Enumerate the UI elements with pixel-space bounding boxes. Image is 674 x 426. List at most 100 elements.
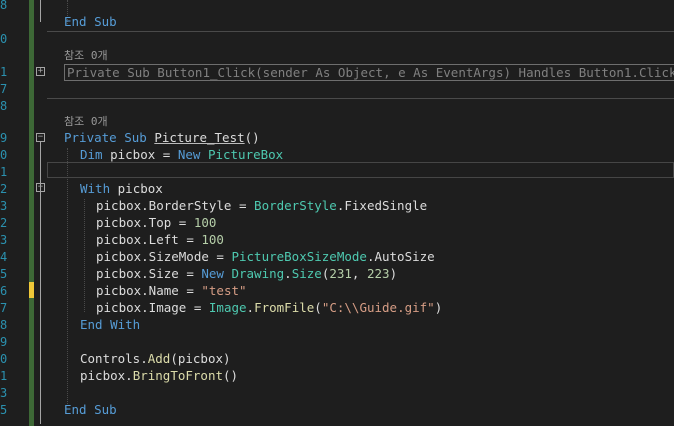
outline-line — [40, 0, 41, 22]
left-assignment[interactable]: picbox.Left = 100 — [96, 231, 224, 248]
line-number: 1 — [0, 65, 8, 79]
collapse-icon[interactable]: − — [36, 133, 45, 142]
reference-count-codelens[interactable]: 참조 0개 — [64, 47, 108, 64]
type-name: Size — [291, 266, 322, 281]
punctuation: ( — [314, 300, 322, 315]
enum-member: .AutoSize — [366, 249, 435, 264]
string-literal: "C:\\Guide.gif" — [321, 300, 435, 315]
line-number: 2 — [0, 182, 8, 196]
object-ref: picbox. — [80, 368, 133, 383]
reference-count-codelens[interactable]: 참조 0개 — [64, 113, 108, 130]
line-number: 0 — [0, 32, 8, 46]
punctuation: ) — [434, 300, 443, 315]
punctuation: ) — [389, 266, 398, 281]
line-number: 8 — [0, 318, 8, 332]
keyword: New — [201, 266, 232, 281]
code-editor[interactable]: 8 0 1 7 8 9 0 1 2 3 2 3 4 5 6 7 8 9 0 1 … — [0, 0, 674, 426]
line-number: 0 — [0, 148, 8, 162]
line-number: 9 — [0, 335, 8, 349]
collapse-icon[interactable]: − — [36, 183, 45, 192]
line-number: 7 — [0, 301, 8, 315]
line-number: 3 — [0, 386, 8, 400]
number-literal: 231 — [329, 266, 352, 281]
type-name: Drawing — [231, 266, 285, 281]
line-number: 3 — [0, 199, 8, 213]
operator: = — [155, 147, 178, 162]
unsaved-change-marker — [29, 282, 34, 298]
keyword: Private Sub — [64, 130, 155, 145]
punctuation: . — [246, 300, 255, 315]
keyword: New — [177, 147, 208, 162]
indent-guide — [67, 148, 68, 406]
object-ref: Controls. — [80, 351, 148, 366]
indent-guide — [84, 199, 85, 312]
operator: = — [178, 266, 202, 281]
method-call: FromFile — [254, 300, 315, 315]
current-line-highlight — [47, 162, 674, 178]
method-name: Picture_Test — [154, 130, 245, 145]
method-call: Add — [147, 351, 171, 366]
property: picbox.SizeMode — [96, 249, 209, 264]
type-name: BorderStyle — [254, 198, 337, 213]
operator: = — [178, 232, 202, 247]
operator: = — [171, 215, 194, 230]
sizemode-assignment[interactable]: picbox.SizeMode = PictureBoxSizeMode.Aut… — [96, 248, 435, 265]
line-number: 8 — [0, 99, 8, 113]
method-call: BringToFront — [132, 368, 223, 383]
line-number: 5 — [0, 267, 8, 281]
keyword: Dim — [80, 147, 111, 162]
type-name: Image — [208, 300, 247, 315]
number-literal: 100 — [201, 232, 224, 247]
arguments: (picbox) — [170, 351, 231, 366]
arguments: () — [223, 368, 239, 383]
type-name: PictureBoxSizeMode — [231, 249, 367, 264]
dim-statement[interactable]: Dim picbox = New PictureBox — [80, 146, 283, 163]
line-number: 3 — [0, 233, 8, 247]
image-assignment[interactable]: picbox.Image = Image.FromFile("C:\\Guide… — [96, 299, 442, 316]
number-literal: 223 — [366, 266, 390, 281]
property: picbox.Size — [96, 266, 179, 281]
line-number: 5 — [0, 403, 8, 417]
line-number: 1 — [0, 165, 8, 179]
sub-declaration[interactable]: Private Sub Picture_Test() — [64, 129, 260, 146]
method-separator — [47, 31, 674, 32]
punctuation: . — [284, 266, 292, 281]
enum-member: .FixedSingle — [336, 198, 428, 213]
type-name: PictureBox — [207, 147, 284, 162]
punctuation: , — [351, 266, 367, 281]
size-assignment[interactable]: picbox.Size = New Drawing.Size(231, 223) — [96, 265, 397, 282]
change-tracking-margin — [29, 0, 34, 426]
property: picbox.Image — [96, 300, 187, 315]
line-number: 7 — [0, 82, 8, 96]
string-literal: "test" — [201, 283, 247, 298]
keyword: With — [80, 181, 118, 196]
top-assignment[interactable]: picbox.Top = 100 — [96, 214, 216, 231]
bringtofront-call[interactable]: picbox.BringToFront() — [80, 367, 238, 384]
method-separator — [47, 98, 674, 99]
with-statement[interactable]: With picbox — [80, 180, 163, 197]
property: picbox.Top — [96, 215, 172, 230]
end-sub-statement[interactable]: End Sub — [64, 401, 117, 418]
borderstyle-assignment[interactable]: picbox.BorderStyle = BorderStyle.FixedSi… — [96, 197, 427, 214]
variable: picbox — [117, 181, 163, 196]
line-number: 9 — [0, 131, 8, 145]
line-number: 0 — [0, 352, 8, 366]
line-number: 8 — [0, 0, 8, 12]
name-assignment[interactable]: picbox.Name = "test" — [96, 282, 247, 299]
operator: = — [208, 249, 232, 264]
expand-icon[interactable]: + — [36, 67, 45, 76]
end-with-statement[interactable]: End With — [80, 316, 140, 333]
operator: = — [186, 300, 209, 315]
property: picbox.Left — [96, 232, 179, 247]
operator: = — [178, 283, 202, 298]
number-literal: 100 — [193, 215, 217, 230]
punctuation: () — [244, 130, 260, 145]
line-number: 1 — [0, 369, 8, 383]
end-sub-statement[interactable]: End Sub — [64, 13, 117, 30]
line-number: 4 — [0, 250, 8, 264]
operator: = — [231, 198, 255, 213]
variable: picbox — [110, 147, 156, 162]
controls-add-call[interactable]: Controls.Add(picbox) — [80, 350, 231, 367]
property: picbox.BorderStyle — [96, 198, 232, 213]
collapsed-method-block[interactable]: Private Sub Button1_Click(sender As Obje… — [64, 64, 674, 81]
